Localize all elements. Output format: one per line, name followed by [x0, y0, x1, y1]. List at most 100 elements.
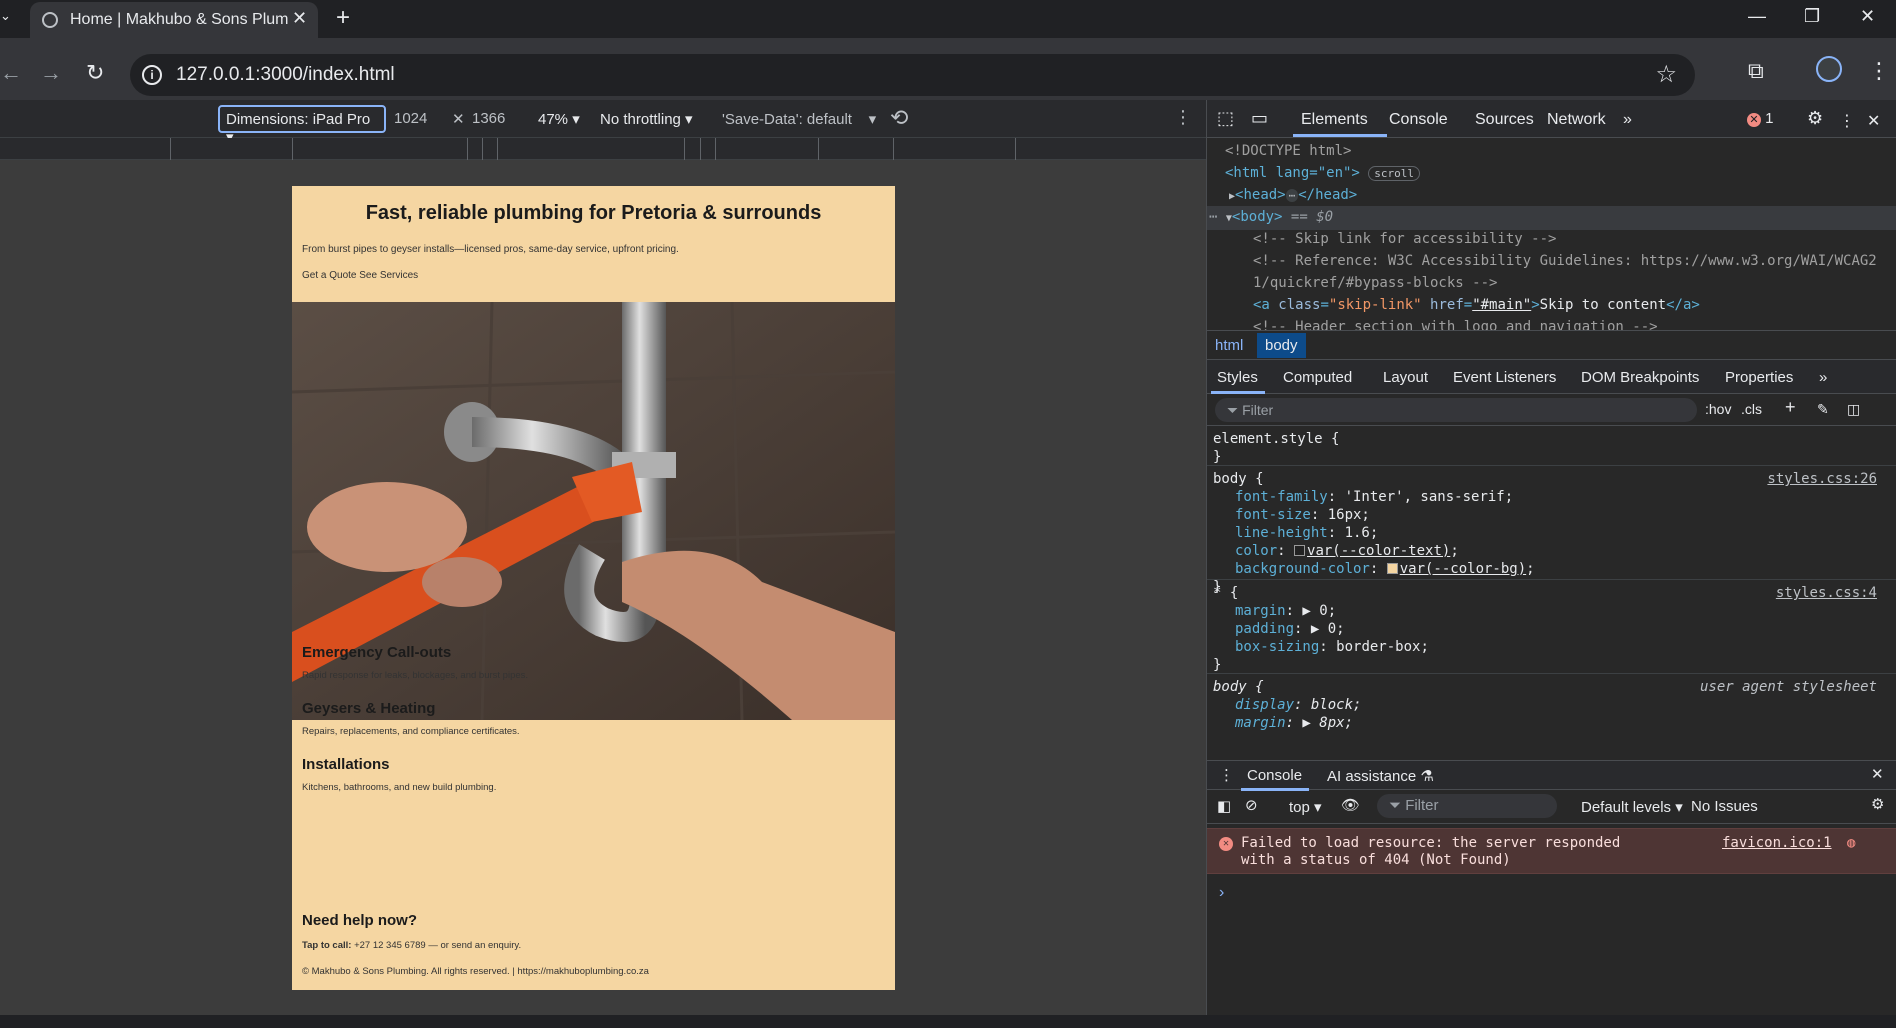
rule-element-style[interactable]: element.style { } — [1207, 426, 1896, 466]
dom-head-node[interactable]: ▶<head> ⋯ </head> — [1229, 184, 1357, 208]
sidebar-toggle-icon[interactable]: ◫ — [1847, 401, 1860, 418]
save-data-select[interactable]: 'Save-Data': default ▾ — [722, 110, 876, 128]
close-window-icon[interactable]: ✕ — [1860, 6, 1875, 27]
back-arrow-icon[interactable]: ← — [0, 60, 22, 86]
console-settings-gear-icon[interactable]: ⚙ — [1871, 795, 1884, 813]
tab-sources[interactable]: Sources — [1475, 111, 1534, 129]
rotate-icon[interactable]: ⟲ — [890, 105, 908, 131]
profile-avatar[interactable] — [1816, 56, 1842, 82]
dom-comment[interactable]: <!-- Skip link for accessibility --> — [1253, 228, 1556, 250]
throttling-select[interactable]: No throttling ▾ — [600, 110, 693, 128]
dom-tree: <!DOCTYPE html> <html lang="en"> scroll … — [1207, 138, 1896, 335]
styles-pane: element.style { } body { styles.css:26 f… — [1207, 426, 1896, 736]
dom-skip-link-node[interactable]: <a class="skip-link" href="#main">Skip t… — [1253, 294, 1700, 316]
color-swatch[interactable] — [1386, 563, 1398, 574]
tab-event-listeners[interactable]: Event Listeners — [1453, 369, 1556, 386]
rule-user-agent-body[interactable]: body { user agent stylesheet display: bl… — [1207, 674, 1896, 734]
call-text[interactable]: +27 12 345 6789 — or send an enquiry. — [351, 940, 521, 951]
new-tab-plus-icon[interactable]: + — [336, 4, 350, 32]
tab-dom-breakpoints[interactable]: DOM Breakpoints — [1581, 369, 1699, 386]
ellipsis-icon[interactable]: ⋯ — [1285, 189, 1299, 202]
extensions-puzzle-icon[interactable]: ⧉ — [1748, 58, 1764, 84]
console-prompt[interactable]: › — [1219, 884, 1224, 902]
node-actions-icon[interactable]: ⋯ — [1209, 209, 1217, 225]
tab-elements[interactable]: Elements — [1301, 111, 1368, 129]
error-source-link[interactable]: favicon.ico:1 — [1722, 835, 1832, 851]
service-desc: Kitchens, bathrooms, and new build plumb… — [302, 782, 497, 793]
console-sidebar-icon[interactable]: ◧ — [1217, 797, 1231, 815]
issues-counter[interactable]: No Issues — [1691, 798, 1758, 815]
paint-brush-icon[interactable]: ✎ — [1817, 401, 1829, 418]
service-title: Installations — [302, 756, 390, 773]
ai-explain-icon[interactable]: ◍ — [1847, 835, 1855, 851]
restore-icon[interactable]: ❐ — [1804, 6, 1820, 27]
service-desc: Rapid response for leaks, blockages, and… — [302, 670, 529, 681]
bookmark-star-icon[interactable]: ☆ — [1655, 60, 1677, 89]
service-desc: Repairs, replacements, and compliance ce… — [302, 726, 520, 737]
ruler-tick — [893, 138, 894, 160]
throttling-value: No throttling — [600, 111, 681, 128]
rule-universal[interactable]: * { styles.css:4 margin: ▶ 0; padding: ▶… — [1207, 580, 1896, 674]
device-toggle-icon[interactable]: ▭ — [1251, 108, 1268, 129]
browser-tab-active[interactable]: Home | Makhubo & Sons Plumbing ✕ — [30, 2, 318, 38]
tab-console[interactable]: Console — [1389, 111, 1448, 129]
inspect-element-icon[interactable]: ⬚ — [1217, 108, 1234, 129]
cls-toggle[interactable]: .cls — [1741, 401, 1762, 417]
console-error-message[interactable]: ✕ Failed to load resource: the server re… — [1207, 828, 1896, 874]
dom-body-node-selected[interactable]: ⋯ ▼<body> == $0 — [1207, 206, 1896, 230]
rule-source-link[interactable]: styles.css:26 — [1767, 470, 1877, 488]
console-filter-placeholder: Filter — [1405, 797, 1439, 814]
address-bar[interactable]: i 127.0.0.1:3000/index.html ☆ — [130, 54, 1695, 96]
tab-search-chevron-icon[interactable]: ⌄ — [0, 8, 14, 30]
devtools-menu-kebab-icon[interactable]: ⋮ — [1839, 111, 1855, 131]
tab-network[interactable]: Network — [1547, 111, 1606, 129]
scroll-badge[interactable]: scroll — [1368, 166, 1421, 181]
log-levels-select[interactable]: Default levels ▾ — [1581, 798, 1683, 816]
flask-icon: ⚗ — [1420, 768, 1434, 785]
dimensions-select[interactable]: Dimensions: iPad Pro ▾ — [218, 105, 386, 146]
live-expression-eye-icon[interactable]: 👁 — [1341, 796, 1360, 814]
drawer-tab-ai-assistance[interactable]: AI assistance ⚗ — [1327, 767, 1434, 785]
site-info-icon[interactable]: i — [142, 65, 162, 85]
tab-layout[interactable]: Layout — [1383, 369, 1428, 386]
head-close-tag: </head> — [1298, 187, 1358, 203]
reload-icon[interactable]: ↻ — [86, 60, 104, 86]
error-count-badge[interactable]: ✕ 1 — [1747, 110, 1774, 127]
color-swatch[interactable] — [1294, 545, 1306, 556]
settings-gear-icon[interactable]: ⚙ — [1807, 108, 1823, 129]
minimize-icon[interactable]: — — [1748, 6, 1766, 27]
clear-console-icon[interactable]: ⊘ — [1245, 796, 1258, 814]
hov-toggle[interactable]: :hov — [1705, 401, 1731, 417]
more-tabs-icon[interactable]: » — [1623, 111, 1632, 129]
dom-comment[interactable]: <!-- Reference: W3C Accessibility Guidel… — [1253, 250, 1877, 272]
tab-properties[interactable]: Properties — [1725, 369, 1793, 386]
width-input[interactable]: 1024 — [394, 110, 427, 127]
context-select[interactable]: top ▾ — [1289, 798, 1322, 816]
console-filter-input[interactable]: ⏷ Filter — [1377, 794, 1557, 818]
drawer-menu-kebab-icon[interactable]: ⋮ — [1219, 766, 1234, 784]
breadcrumb-body[interactable]: body — [1257, 333, 1306, 358]
rule-source-link[interactable]: styles.css:4 — [1776, 584, 1877, 602]
height-input[interactable]: 1366 — [472, 110, 505, 127]
drawer-tab-console[interactable]: Console — [1247, 767, 1302, 784]
tab-styles[interactable]: Styles — [1217, 369, 1258, 386]
drawer-close-icon[interactable]: ✕ — [1871, 765, 1884, 783]
tab-computed[interactable]: Computed — [1283, 369, 1352, 386]
service-title: Geysers & Heating — [302, 700, 436, 717]
new-rule-plus-icon[interactable]: + — [1785, 397, 1796, 418]
hero-cta-links[interactable]: Get a Quote See Services — [302, 270, 418, 281]
breadcrumb-html[interactable]: html — [1215, 337, 1243, 354]
zoom-select[interactable]: 47% ▾ — [538, 110, 580, 128]
dom-html-node[interactable]: <html lang="en"> scroll — [1225, 162, 1421, 185]
styles-filter-input[interactable]: ⏷ Filter — [1215, 398, 1697, 422]
more-subtabs-icon[interactable]: » — [1819, 369, 1827, 386]
menu-kebab-icon[interactable]: ⋮ — [1868, 58, 1890, 84]
url-text[interactable]: 127.0.0.1:3000/index.html — [176, 64, 395, 86]
forward-arrow-icon[interactable]: → — [40, 60, 62, 86]
dom-comment[interactable]: 1/quickref/#bypass-blocks --> — [1253, 272, 1497, 294]
dom-doctype[interactable]: <!DOCTYPE html> — [1225, 140, 1351, 162]
rule-body[interactable]: body { styles.css:26 font-family: 'Inter… — [1207, 466, 1896, 595]
device-menu-kebab-icon[interactable]: ⋮ — [1174, 107, 1192, 128]
devtools-close-icon[interactable]: ✕ — [1867, 111, 1880, 131]
tab-close-icon[interactable]: ✕ — [292, 8, 307, 29]
